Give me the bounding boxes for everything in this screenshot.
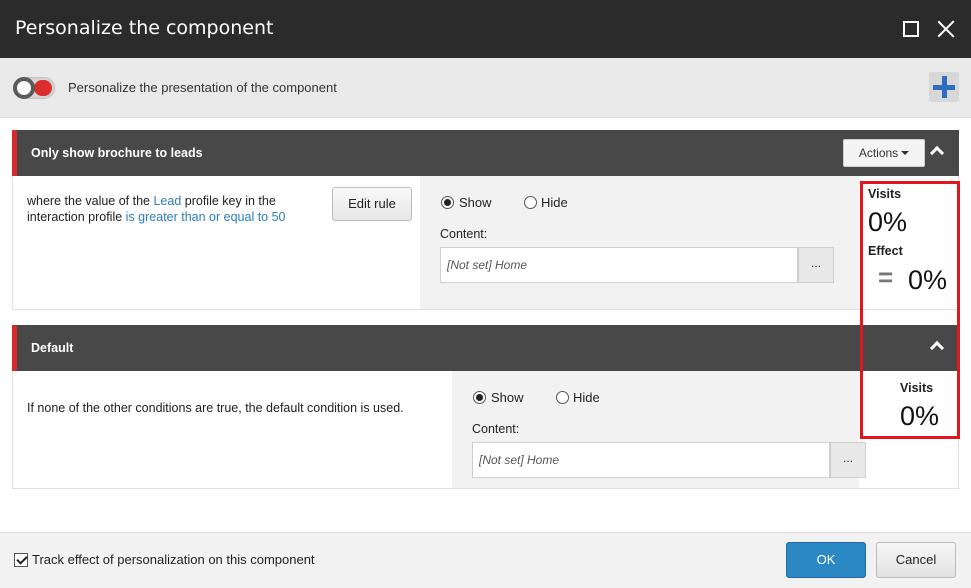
close-icon[interactable] [933, 16, 959, 42]
personalize-toggle-label: Personalize the presentation of the comp… [68, 80, 337, 95]
rule-condition: where the value of the Lead profile key … [27, 193, 317, 225]
browse-button[interactable]: ... [830, 442, 866, 478]
show-label: Show [491, 390, 524, 405]
actions-dropdown-button[interactable]: Actions [843, 139, 925, 167]
dialog-title-bar: Personalize the component [0, 0, 971, 58]
highlight-box [860, 181, 960, 439]
ok-button[interactable]: OK [786, 542, 866, 578]
profile-key-link[interactable]: Lead [153, 194, 181, 208]
track-effect-label: Track effect of personalization on this … [32, 552, 315, 567]
rule-title: Only show brochure to leads [31, 146, 203, 160]
edit-rule-button[interactable]: Edit rule [332, 187, 412, 221]
rule-header: Only show brochure to leads Actions [12, 130, 959, 176]
caret-down-icon [901, 151, 910, 155]
content-field[interactable]: [Not set] Home [440, 247, 798, 283]
personalize-toggle[interactable] [13, 77, 55, 99]
browse-button[interactable]: ... [798, 247, 834, 283]
content-panel: Show Hide Content: [Not set] Home ... [420, 176, 859, 309]
rule-body: where the value of the Lead profile key … [12, 176, 959, 310]
hide-radio[interactable] [524, 196, 537, 209]
rule-title: Default [31, 341, 74, 355]
default-rule-header: Default [12, 325, 959, 371]
operator-link[interactable]: is greater than or equal to 50 [126, 210, 286, 224]
hide-radio[interactable] [556, 391, 569, 404]
default-rule-body: If none of the other conditions are true… [12, 371, 959, 489]
cancel-button[interactable]: Cancel [876, 542, 956, 578]
show-label: Show [459, 195, 492, 210]
content-label: Content: [440, 227, 488, 241]
show-radio[interactable] [473, 391, 486, 404]
dialog-title: Personalize the component [15, 17, 274, 39]
personalize-toolbar: Personalize the presentation of the comp… [0, 58, 971, 118]
content-field[interactable]: [Not set] Home [472, 442, 830, 478]
actions-label: Actions [858, 146, 899, 160]
chevron-up-icon[interactable] [927, 142, 945, 160]
hide-label: Hide [573, 390, 600, 405]
condition-text: where the value of the [27, 194, 154, 208]
content-panel: Show Hide Content: [Not set] Home ... [452, 371, 866, 488]
default-condition-text: If none of the other conditions are true… [27, 401, 404, 415]
add-condition-button[interactable] [929, 72, 959, 102]
show-radio[interactable] [441, 196, 454, 209]
content-label: Content: [472, 422, 520, 436]
track-effect-checkbox[interactable] [14, 553, 28, 567]
dialog-footer: Track effect of personalization on this … [0, 532, 971, 588]
maximize-icon[interactable] [898, 16, 924, 42]
hide-label: Hide [541, 195, 568, 210]
